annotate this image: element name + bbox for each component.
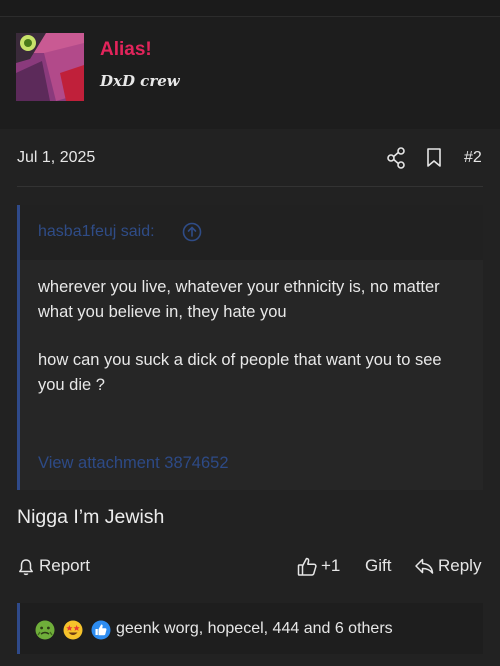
- user-title: DxD crew: [100, 72, 180, 90]
- star-struck-icon: [63, 620, 83, 640]
- post-number[interactable]: #2: [464, 149, 482, 167]
- share-icon[interactable]: [386, 147, 406, 169]
- thumbs-up-icon: [297, 557, 317, 576]
- username[interactable]: Alias!: [100, 39, 152, 61]
- gift-button[interactable]: Gift: [365, 556, 391, 576]
- quote-block: hasba1feuj said: wherever you live, what…: [17, 205, 483, 490]
- quote-body: wherever you live, whatever your ethnici…: [38, 275, 458, 421]
- quote-author[interactable]: hasba1feuj said:: [38, 223, 155, 241]
- quote-paragraph: how can you suck a dick of people that w…: [38, 351, 442, 394]
- report-label: Report: [39, 556, 91, 575]
- sick-face-icon: [35, 620, 55, 640]
- divider: [17, 186, 483, 187]
- attachment-link[interactable]: View attachment 3874652: [38, 454, 229, 473]
- bookmark-icon[interactable]: [425, 147, 443, 169]
- reply-arrow-icon: [415, 558, 434, 574]
- like-count: +1: [321, 556, 341, 575]
- reactions-summary[interactable]: geenk worg, hopecel, 444 and 6 others: [116, 620, 393, 638]
- quote-paragraph: wherever you live, whatever your ethnici…: [38, 278, 440, 321]
- post-text: Nigga I’m Jewish: [17, 506, 165, 528]
- post-date[interactable]: Jul 1, 2025: [17, 149, 95, 167]
- report-button[interactable]: Report: [18, 556, 90, 576]
- user-info: Alias! DxD crew: [0, 17, 500, 146]
- like-button[interactable]: +1: [297, 556, 340, 576]
- bell-icon: [19, 559, 33, 576]
- reply-button[interactable]: Reply: [414, 556, 481, 576]
- quote-header: hasba1feuj said:: [20, 205, 483, 260]
- reply-label: Reply: [438, 556, 482, 575]
- arrow-up-circle-icon[interactable]: [182, 222, 202, 242]
- reactions-bar[interactable]: geenk worg, hopecel, 444 and 6 others: [17, 603, 483, 654]
- thumbs-up-reaction-icon: [91, 620, 111, 640]
- avatar[interactable]: [16, 33, 84, 101]
- top-bar: [0, 0, 500, 17]
- post-header: Jul 1, 2025 #2: [0, 140, 500, 184]
